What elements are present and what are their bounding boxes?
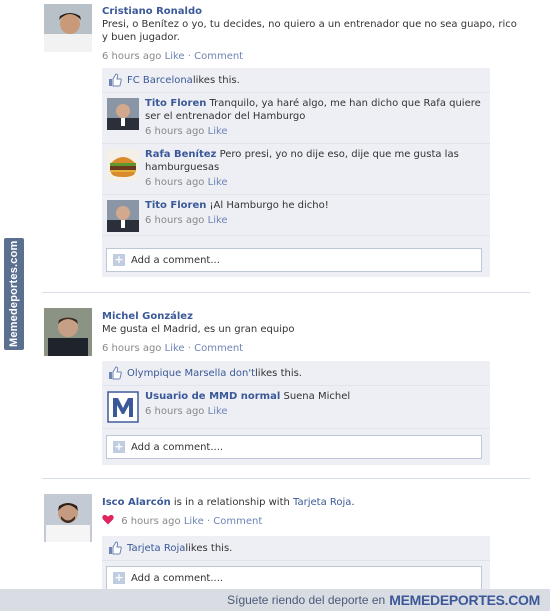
post-meta: 6 hours ago Like · Comment [102,51,244,62]
post-time[interactable]: 6 hours ago [102,343,161,354]
comment-like-link[interactable]: Like [208,215,228,226]
post-body: Michel González Me gusta el Madrid, es u… [102,310,522,336]
comment-like-link[interactable]: Like [208,406,228,417]
post-meta: 6 hours ago Like · Comment [102,514,262,527]
comment-section: Tarjeta Roja likes this. + Add a comment… [102,536,490,590]
plus-icon: + [113,253,125,266]
person-photo-icon [44,308,92,356]
likes-row: FC Barcelona likes this. [102,68,490,93]
likes-who[interactable]: Tarjeta Roja [127,543,185,554]
comment-item: Tito Floren Tranquilo, ya haré algo, me … [102,93,490,144]
likes-suffix: likes this. [255,367,302,379]
thumbs-up-icon [109,73,122,87]
add-comment-field[interactable]: + Add a comment... [106,248,482,272]
likes-row: Olympique Marsella don't likes this. [102,361,490,386]
like-link[interactable]: Like [165,51,185,62]
hamburger-icon [107,149,139,181]
avatar-rafa[interactable] [107,149,139,181]
footer-watermark: Síguete riendo del deporte en MEMEDEPORT… [0,589,550,611]
likes-row: Tarjeta Roja likes this. [102,536,490,561]
comment-author[interactable]: Usuario de MMD normal [145,391,280,402]
relationship-text: is in a relationship with [170,497,294,508]
post-author[interactable]: Isco Alarcón [102,497,171,508]
comment-text: ¡Al Hamburgo he dicho! [209,200,329,211]
likes-who[interactable]: Olympique Marsella don't [127,368,255,379]
post-text: Presi, o Benítez o yo, tu decides, no qu… [102,19,517,43]
thumbs-up-icon [109,541,122,555]
comment-item: Tito Floren ¡Al Hamburgo he dicho! 6 hou… [102,195,490,236]
footer-tagline: Síguete riendo del deporte en [227,593,386,607]
person-photo-icon [107,98,139,130]
post-divider [42,292,530,293]
thumbs-up-icon [109,366,122,380]
comment-like-link[interactable]: Like [208,177,228,188]
likes-who[interactable]: FC Barcelona [127,75,193,86]
post-divider [42,478,530,479]
comment-time: 6 hours ago [145,126,205,137]
post-author[interactable]: Cristiano Ronaldo [102,6,202,17]
plus-icon: + [113,440,125,453]
comment-link[interactable]: Comment [194,343,243,354]
post-meta: 6 hours ago Like · Comment [102,343,244,354]
post-time[interactable]: 6 hours ago [102,51,161,62]
avatar-cristiano[interactable] [44,4,92,52]
comment-text: Suena Michel [283,391,351,402]
avatar-isco[interactable] [44,494,92,542]
comment-item: Usuario de MMD normal Suena Michel 6 hou… [102,386,490,429]
add-comment-placeholder: Add a comment... [131,254,220,266]
add-comment-field[interactable]: + Add a comment.... [106,566,482,590]
add-comment-placeholder: Add a comment.... [131,441,224,453]
comment-section: Olympique Marsella don't likes this. Usu… [102,361,490,465]
post-time[interactable]: 6 hours ago [121,516,180,527]
like-link[interactable]: Like [184,516,204,527]
comment-time: 6 hours ago [145,177,205,188]
avatar-michel[interactable] [44,308,92,356]
relationship-end: . [351,497,355,508]
comment-author[interactable]: Tito Floren [145,200,206,211]
footer-brand[interactable]: MEMEDEPORTES.COM [389,592,540,608]
avatar-tito[interactable] [107,200,139,232]
plus-icon: + [113,571,125,584]
heart-icon [102,514,114,525]
add-comment-field[interactable]: + Add a comment.... [106,435,482,459]
avatar-mmd[interactable] [107,391,139,423]
post-body: Cristiano Ronaldo Presi, o Benítez o yo,… [102,5,522,44]
comment-author[interactable]: Rafa Benítez [145,149,216,160]
comment-like-link[interactable]: Like [208,126,228,137]
person-photo-icon [44,4,92,52]
person-photo-icon [44,494,92,542]
side-watermark: Memedeportes.com [4,238,24,350]
mmd-logo-icon [107,391,139,423]
relationship-target[interactable]: Tarjeta Roja [293,497,351,508]
post-author[interactable]: Michel González [102,311,193,322]
comment-time: 6 hours ago [145,406,205,417]
post-body: Isco Alarcón is in a relationship with T… [102,496,522,509]
comment-link[interactable]: Comment [213,516,262,527]
add-comment-placeholder: Add a comment.... [131,572,224,584]
comment-link[interactable]: Comment [194,51,243,62]
comment-section: FC Barcelona likes this. Tito Floren Tra… [102,68,490,277]
post-text: Me gusta el Madrid, es un gran equipo [102,324,295,335]
likes-suffix: likes this. [185,542,233,554]
comment-item: Rafa Benítez Pero presi, yo no dije eso,… [102,144,490,195]
person-photo-icon [107,200,139,232]
avatar-tito[interactable] [107,98,139,130]
comment-author[interactable]: Tito Floren [145,98,206,109]
likes-suffix: likes this. [192,74,240,86]
comment-time: 6 hours ago [145,215,205,226]
like-link[interactable]: Like [165,343,185,354]
